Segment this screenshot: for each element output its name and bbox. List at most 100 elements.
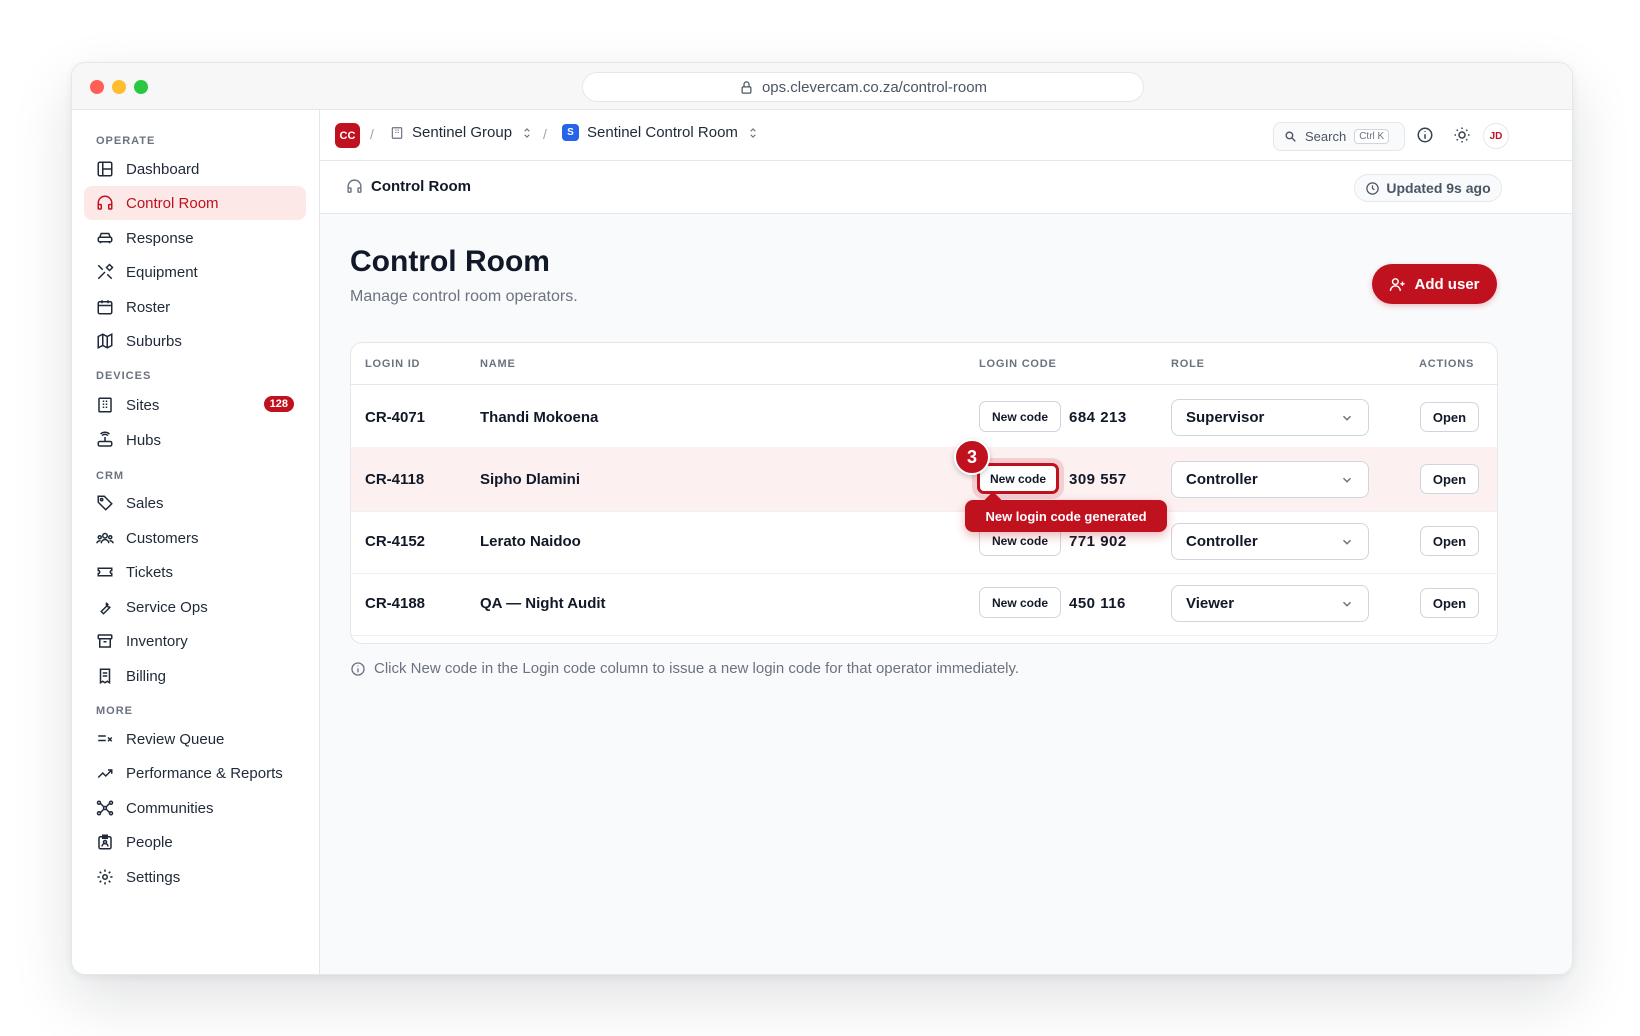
sidebar-item-label: Dashboard: [126, 160, 200, 178]
column-header-actions: ACTIONS: [1419, 358, 1475, 370]
search-button[interactable]: Search Ctrl K: [1273, 122, 1405, 151]
chevron-down-icon: [1342, 477, 1352, 483]
sidebar-item-hubs[interactable]: Hubs: [84, 423, 306, 457]
login-id: CR-4152: [365, 533, 426, 550]
sidebar-item-sales[interactable]: Sales: [84, 486, 306, 520]
minimize-window-button[interactable]: [112, 80, 126, 94]
updated-indicator: Updated 9s ago: [1354, 174, 1502, 202]
role-select[interactable]: Controller: [1171, 461, 1369, 498]
sidebar-item-tickets[interactable]: Tickets: [84, 555, 306, 589]
add-user-button[interactable]: Add user: [1372, 264, 1497, 304]
sidebar-item-billing[interactable]: Billing: [84, 659, 306, 693]
headset-icon: [347, 179, 362, 193]
table-header: LOGIN ID NAME LOGIN CODE ROLE ACTIONS: [351, 343, 1497, 385]
new-code-button[interactable]: New code: [977, 463, 1059, 494]
table-row: CR-4152 Lerato Naidoo New code 771 902 C…: [351, 509, 1497, 574]
network-icon: [96, 800, 114, 816]
help-hint: Click New code in the Login code column …: [350, 660, 1019, 677]
sidebar-item-label: Performance & Reports: [126, 764, 283, 782]
role-select[interactable]: Supervisor: [1171, 399, 1369, 436]
clock-icon: [1366, 181, 1380, 195]
sites-count-badge: 128: [263, 396, 294, 412]
sidebar-item-sites[interactable]: Sites 128: [84, 388, 306, 422]
sidebar-item-control-room[interactable]: Control Room: [84, 186, 306, 220]
open-button[interactable]: Open: [1420, 464, 1479, 494]
workspace-switcher[interactable]: S Sentinel Control Room: [562, 124, 760, 141]
sidebar-item-review-queue[interactable]: Review Queue: [84, 722, 306, 756]
operator-name: QA — Night Audit: [480, 595, 606, 612]
step-marker: 3: [954, 439, 990, 475]
sidebar-item-label: Suburbs: [126, 332, 182, 350]
operators-table: LOGIN ID NAME LOGIN CODE ROLE ACTIONS CR…: [350, 342, 1498, 644]
sidebar-item-suburbs[interactable]: Suburbs: [84, 324, 306, 358]
tag-icon: [97, 495, 113, 511]
new-code-button[interactable]: New code: [979, 587, 1061, 618]
page-subheader: Control Room Updated 9s ago: [320, 161, 1572, 214]
sidebar: OPERATE Dashboard Control Room Response …: [72, 110, 320, 974]
sidebar-item-service-ops[interactable]: Service Ops: [84, 590, 306, 624]
address-bar[interactable]: ops.clevercam.co.za/control-room: [582, 72, 1144, 102]
column-header-role: ROLE: [1171, 358, 1205, 370]
role-value: Viewer: [1186, 595, 1235, 612]
info-icon[interactable]: [1416, 126, 1434, 144]
id-badge-icon: [98, 834, 112, 850]
close-window-button[interactable]: [90, 80, 104, 94]
chevron-down-icon: [1342, 539, 1352, 545]
router-icon: [97, 431, 113, 447]
sidebar-item-inventory[interactable]: Inventory: [84, 624, 306, 658]
new-code-button[interactable]: New code: [979, 401, 1061, 432]
browser-titlebar: ops.clevercam.co.za/control-room: [72, 63, 1572, 110]
main-content: Control Room Manage control room operato…: [320, 214, 1572, 974]
workspace-badge: S: [562, 124, 579, 141]
page-subtitle: Manage control room operators.: [350, 288, 578, 305]
sidebar-item-communities[interactable]: Communities: [84, 791, 306, 825]
chevron-up-down-icon: [750, 127, 756, 138]
open-button[interactable]: Open: [1420, 402, 1479, 432]
role-select[interactable]: Viewer: [1171, 585, 1369, 622]
sidebar-item-settings[interactable]: Settings: [84, 860, 306, 894]
new-code-tooltip: New login code generated: [965, 500, 1167, 532]
role-select[interactable]: Controller: [1171, 523, 1369, 560]
map-icon: [97, 333, 113, 349]
open-button[interactable]: Open: [1420, 526, 1479, 556]
wrench-icon: [100, 602, 111, 615]
sidebar-item-response[interactable]: Response: [84, 221, 306, 255]
sidebar-item-label: Hubs: [126, 431, 162, 449]
sidebar-item-performance-reports[interactable]: Performance & Reports: [84, 756, 306, 790]
sidebar-item-label: Roster: [126, 298, 171, 316]
tools-icon: [97, 263, 114, 280]
sidebar-item-label: Sites: [126, 396, 160, 414]
column-header-login-code: LOGIN CODE: [979, 358, 1057, 370]
column-header-name: NAME: [480, 358, 516, 370]
sidebar-item-people[interactable]: People: [84, 825, 306, 859]
sidebar-item-customers[interactable]: Customers: [84, 521, 306, 555]
user-avatar[interactable]: JD: [1483, 123, 1509, 149]
sidebar-item-equipment[interactable]: Equipment: [84, 255, 306, 289]
sidebar-item-label: Settings: [126, 868, 181, 886]
headset-icon: [97, 195, 113, 210]
url-text: ops.clevercam.co.za/control-room: [761, 78, 988, 96]
maximize-window-button[interactable]: [134, 80, 148, 94]
sidebar-item-dashboard[interactable]: Dashboard: [84, 152, 306, 186]
users-icon: [96, 532, 114, 544]
search-shortcut: Ctrl K: [1354, 129, 1390, 144]
chevron-up-down-icon: [524, 127, 530, 138]
building-icon: [391, 126, 403, 139]
hint-text: Click New code in the Login code column …: [374, 660, 1020, 677]
section-title-more: MORE: [96, 705, 133, 717]
sidebar-item-label: People: [126, 833, 173, 851]
org-switcher[interactable]: Sentinel Group: [390, 124, 534, 141]
info-icon: [351, 661, 365, 676]
browser-window: ops.clevercam.co.za/control-room OPERATE…: [71, 62, 1573, 975]
brand-logo[interactable]: CC: [335, 123, 360, 148]
sun-icon[interactable]: [1453, 126, 1471, 144]
sidebar-item-label: Equipment: [126, 263, 198, 281]
open-button[interactable]: Open: [1420, 588, 1479, 618]
sidebar-item-label: Review Queue: [126, 730, 225, 748]
sidebar-item-label: Billing: [126, 667, 167, 685]
sidebar-item-label: Communities: [126, 799, 214, 817]
sidebar-item-roster[interactable]: Roster: [84, 290, 306, 324]
section-title-crm: CRM: [96, 470, 125, 482]
chevron-down-icon: [1342, 601, 1352, 607]
updated-text: Updated 9s ago: [1386, 180, 1491, 196]
